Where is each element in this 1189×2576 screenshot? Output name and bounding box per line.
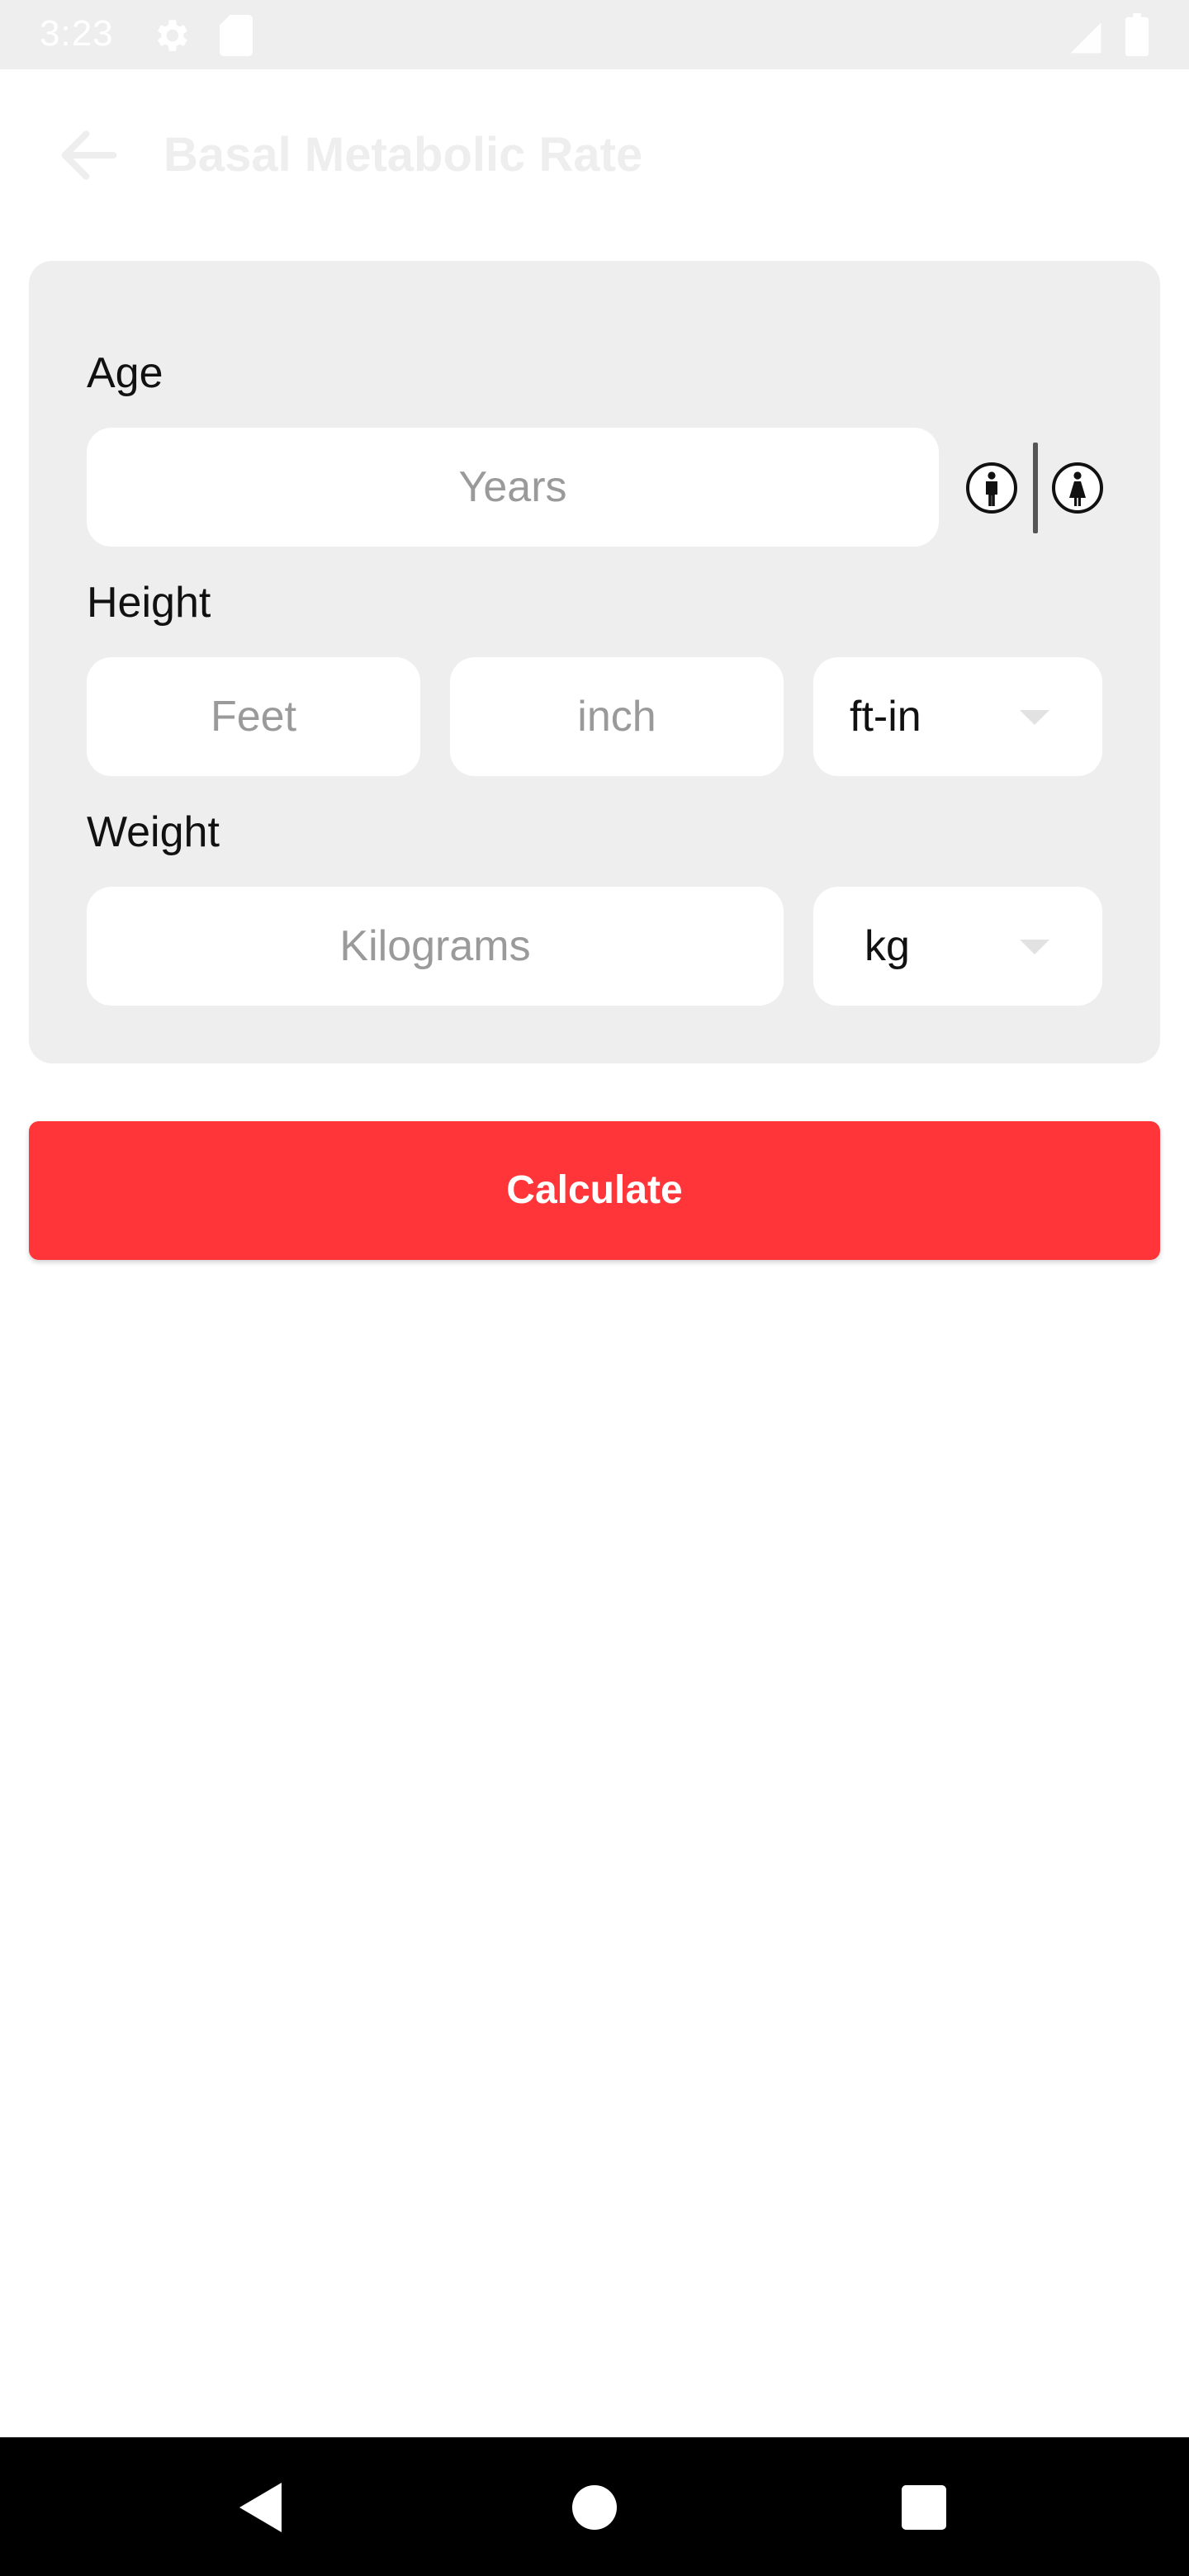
status-bar: 3:23	[0, 0, 1189, 69]
status-time: 3:23	[40, 13, 114, 54]
weight-input[interactable]	[87, 887, 784, 1006]
calculate-button[interactable]: Calculate	[29, 1121, 1160, 1260]
weight-unit-value: kg	[865, 922, 910, 970]
height-unit-select[interactable]: ft-in	[813, 657, 1102, 776]
form-card: Age Height ft-in Weight kg	[29, 261, 1160, 1063]
chevron-down-icon	[1020, 710, 1049, 725]
weight-unit-select[interactable]: kg	[813, 887, 1102, 1006]
chevron-down-icon	[1020, 940, 1049, 954]
age-input[interactable]	[87, 428, 939, 547]
height-unit-value: ft-in	[850, 693, 921, 741]
sd-card-icon	[220, 15, 253, 56]
home-circle-icon[interactable]	[572, 2485, 617, 2530]
recents-square-icon[interactable]	[902, 2485, 946, 2530]
battery-icon	[1125, 13, 1149, 56]
arrow-left-icon[interactable]	[53, 119, 126, 192]
page-title: Basal Metabolic Rate	[163, 128, 643, 182]
navigation-bar	[0, 2437, 1189, 2576]
app-bar: Basal Metabolic Rate	[0, 69, 1189, 234]
inch-input[interactable]	[450, 657, 784, 776]
feet-input[interactable]	[87, 657, 420, 776]
weight-label: Weight	[87, 808, 220, 856]
gear-icon	[157, 20, 187, 51]
back-triangle-icon[interactable]	[239, 2483, 284, 2532]
age-label: Age	[87, 349, 163, 397]
female-icon[interactable]	[1051, 462, 1104, 514]
male-icon[interactable]	[965, 462, 1018, 514]
height-label: Height	[87, 579, 211, 627]
signal-icon	[1070, 22, 1101, 54]
gender-divider	[1033, 443, 1038, 533]
